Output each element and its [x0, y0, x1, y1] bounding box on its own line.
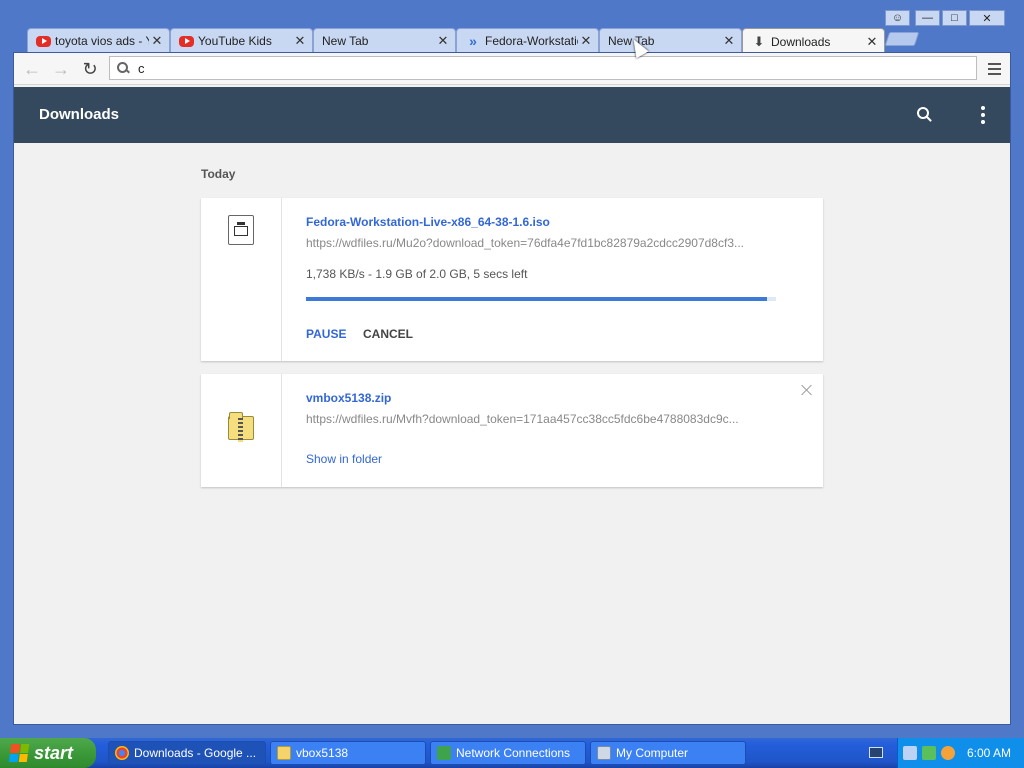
remove-item-icon[interactable]: [800, 383, 814, 397]
download-url[interactable]: https://wdfiles.ru/Mu2o?download_token=7…: [306, 236, 776, 250]
cancel-button[interactable]: CANCEL: [363, 327, 413, 341]
youtube-icon: [36, 35, 51, 47]
more-options-icon[interactable]: [980, 106, 986, 124]
download-item: vmbox5138.zip https://wdfiles.ru/Mvfh?do…: [201, 374, 823, 487]
security-tray-icon[interactable]: [922, 746, 936, 760]
tab-downloads[interactable]: ⬇ Downloads ✕: [742, 28, 885, 54]
iso-file-icon: [228, 215, 254, 245]
taskbar-item-vbox5138[interactable]: vbox5138: [270, 741, 426, 765]
network-icon: [437, 746, 451, 760]
close-tab-icon[interactable]: ✕: [149, 33, 165, 49]
downloads-header: Downloads: [14, 87, 1010, 143]
downloads-page: Downloads Today Fedora-Workstation-Live-…: [14, 87, 1010, 724]
network-tray-icon[interactable]: [903, 746, 917, 760]
close-tab-icon[interactable]: ✕: [721, 33, 737, 49]
tab-youtube-kids[interactable]: YouTube Kids ✕: [170, 28, 313, 53]
fedora-icon: »: [469, 33, 477, 49]
keyboard-icon[interactable]: [869, 747, 883, 758]
reload-icon[interactable]: ↻: [78, 58, 102, 80]
youtube-icon: [179, 35, 194, 47]
taskbar-item-label: My Computer: [616, 746, 689, 760]
close-tab-icon[interactable]: ✕: [864, 34, 880, 50]
system-tray: 6:00 AM: [897, 738, 1024, 768]
show-in-folder-link[interactable]: Show in folder: [306, 452, 382, 466]
tab-fedora-workstation[interactable]: » Fedora-Workstatio ✕: [456, 28, 599, 53]
start-label: start: [34, 742, 74, 763]
taskbar-item-downloads[interactable]: Downloads - Google ...: [108, 741, 266, 765]
download-progress-bar: [306, 297, 776, 301]
download-progress-fill: [306, 297, 767, 301]
tab-new-tab-1[interactable]: New Tab ✕: [313, 28, 456, 53]
download-icon: ⬇: [753, 33, 765, 49]
folder-icon: [277, 746, 291, 760]
file-icon-column: [201, 374, 282, 487]
taskbar-item-label: vbox5138: [296, 746, 349, 760]
chrome-icon: [115, 746, 129, 760]
back-arrow-icon[interactable]: ←: [20, 58, 44, 80]
tab-strip: toyota vios ads - Y ✕ YouTube Kids ✕ New…: [0, 24, 1024, 54]
taskbar-item-label: Downloads - Google ...: [134, 746, 257, 760]
search-icon: [116, 61, 130, 75]
search-icon[interactable]: [917, 107, 933, 123]
tab-label: New Tab: [608, 34, 655, 48]
tab-label: Downloads: [771, 34, 831, 49]
zip-file-icon: [228, 412, 254, 442]
close-tab-icon[interactable]: ✕: [292, 33, 308, 49]
close-tab-icon[interactable]: ✕: [435, 33, 451, 49]
date-group-label: Today: [201, 167, 236, 181]
address-bar[interactable]: c: [109, 56, 977, 80]
download-filename-link[interactable]: Fedora-Workstation-Live-x86_64-38-1.6.is…: [306, 215, 550, 229]
pause-button[interactable]: PAUSE: [306, 327, 346, 341]
browser-window: ☺ — □ ✕ toyota vios ads - Y ✕ YouTube Ki…: [0, 0, 1024, 738]
taskbar-item-my-computer[interactable]: My Computer: [590, 741, 746, 765]
browser-toolbar: ← → ↻ c: [14, 53, 1010, 85]
download-filename-link[interactable]: vmbox5138.zip: [306, 391, 391, 405]
tab-label: toyota vios ads - Y: [55, 34, 149, 48]
tab-new-tab-2[interactable]: New Tab ✕: [599, 28, 742, 53]
tab-label: YouTube Kids: [198, 34, 272, 48]
tab-label: New Tab: [322, 34, 369, 48]
taskbar-item-network-connections[interactable]: Network Connections: [430, 741, 586, 765]
address-bar-value[interactable]: c: [138, 61, 145, 76]
computer-icon: [597, 746, 611, 760]
download-status: 1,738 KB/s - 1.9 GB of 2.0 GB, 5 secs le…: [306, 267, 528, 281]
tab-label: Fedora-Workstatio: [485, 34, 578, 48]
forward-arrow-icon[interactable]: →: [49, 58, 73, 80]
taskbar-item-label: Network Connections: [456, 746, 571, 760]
chrome-menu-icon[interactable]: [984, 59, 1004, 79]
windows-logo-icon: [8, 744, 30, 762]
download-item: Fedora-Workstation-Live-x86_64-38-1.6.is…: [201, 198, 823, 361]
tab-toyota-vios-ads[interactable]: toyota vios ads - Y ✕: [27, 28, 170, 53]
file-icon-column: [201, 198, 282, 361]
page-title: Downloads: [39, 106, 120, 123]
download-url[interactable]: https://wdfiles.ru/Mvfh?download_token=1…: [306, 412, 776, 426]
taskbar: start Downloads - Google ... vbox5138 Ne…: [0, 738, 1024, 768]
new-tab-button[interactable]: [884, 32, 920, 46]
close-tab-icon[interactable]: ✕: [578, 33, 594, 49]
start-button[interactable]: start: [0, 738, 96, 768]
search-tray-icon[interactable]: [941, 746, 955, 760]
clock: 6:00 AM: [967, 746, 1012, 760]
